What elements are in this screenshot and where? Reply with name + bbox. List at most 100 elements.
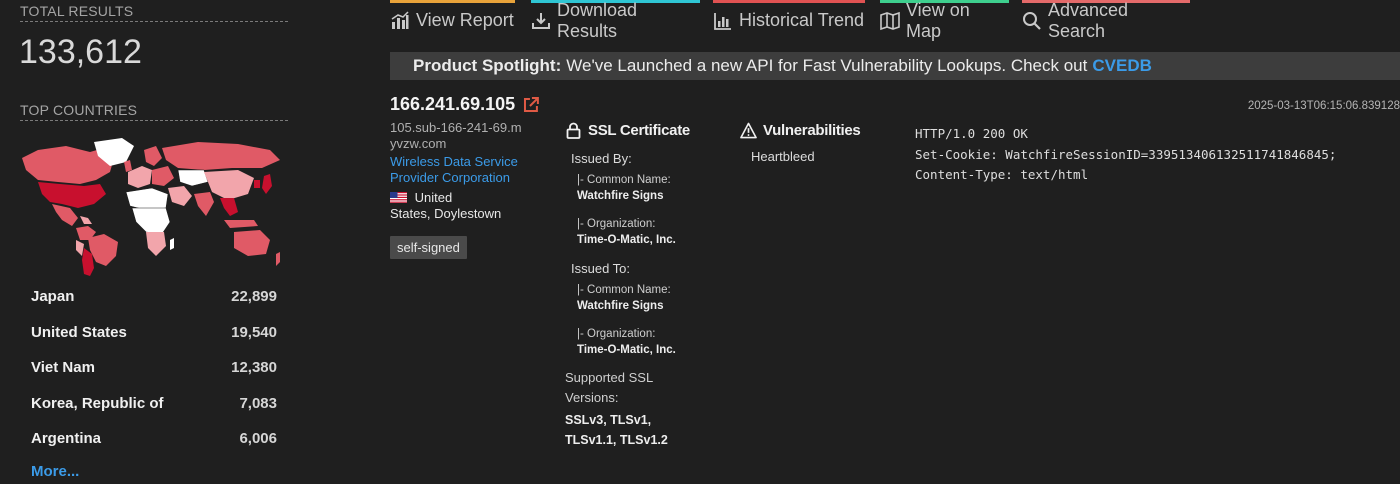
map-region-new-zealand	[276, 252, 280, 266]
issued-to-label: Issued To:	[571, 261, 631, 276]
issued-to-org-label: |- Organization:	[577, 328, 656, 340]
download-results-label: Download Results	[557, 0, 638, 41]
us-flag-icon	[390, 192, 407, 203]
map-region-uk	[124, 160, 132, 172]
map-region-indonesia	[224, 220, 258, 228]
lock-icon	[566, 122, 581, 139]
banner-line: Content-Type: text/html	[915, 167, 1089, 182]
ssl-certificate-heading: SSL Certificate	[565, 122, 725, 139]
warning-icon	[740, 122, 757, 139]
result-host: 166.241.69.105 105.sub-166-241-69.myvzw.…	[390, 94, 540, 259]
service-banner: HTTP/1.0 200 OK Set-Cookie: WatchfireSess…	[915, 124, 1336, 186]
more-countries-link[interactable]: More...	[31, 463, 79, 480]
historical-trend-label: Historical Trend	[739, 10, 865, 30]
hostname: 105.sub-166-241-69.myvzw.com	[390, 120, 522, 151]
banner-line: HTTP/1.0 200 OK	[915, 126, 1028, 141]
vulnerability-item[interactable]: Heartbleed	[751, 149, 900, 164]
external-link-icon[interactable]	[522, 96, 540, 114]
map-region-central-africa	[131, 207, 171, 235]
download-results-button[interactable]: Download Results	[531, 0, 700, 41]
cvedb-link[interactable]: CVEDB	[1092, 56, 1152, 76]
map-region-madagascar	[170, 238, 174, 250]
ip-address[interactable]: 166.241.69.105	[390, 94, 515, 115]
banner-prefix: Product Spotlight:	[413, 56, 562, 75]
historical-trend-button[interactable]: Historical Trend	[713, 0, 865, 38]
view-report-label: View Report	[416, 10, 514, 30]
ip-line: 166.241.69.105	[390, 94, 540, 115]
total-results-label: TOTAL RESULTS	[20, 3, 288, 22]
line-chart-icon	[714, 12, 731, 30]
map-region-caribbean	[80, 216, 92, 224]
country-row[interactable]: Argentina 6,006	[31, 421, 277, 457]
map-region-australia	[234, 230, 270, 256]
country-name: United States	[31, 323, 127, 341]
result-timestamp: 2025-03-13T06:15:06.839128	[1247, 100, 1400, 112]
ssl-certificate-section: SSL Certificate Issued By: |- Common Nam…	[565, 122, 725, 450]
country-name: Argentina	[31, 430, 102, 448]
ssl-certificate-title: SSL Certificate	[588, 122, 690, 139]
issued-by-org-value: Time-O-Matic, Inc.	[577, 234, 676, 246]
map-region-japan	[262, 174, 272, 194]
country-name: Korea, Republic of	[31, 394, 164, 412]
issued-to-cn-label: |- Common Name:	[577, 284, 671, 296]
download-icon	[532, 12, 550, 29]
supported-ssl-label: Supported SSL Versions:	[565, 370, 653, 405]
map-icon	[880, 11, 900, 30]
map-region-korea	[254, 180, 260, 188]
search-icon	[1023, 11, 1041, 30]
location: United States, Doylestown	[390, 190, 540, 222]
map-region-middle-east	[168, 186, 192, 206]
issued-to-org-value: Time-O-Matic, Inc.	[577, 344, 676, 356]
map-region-usa	[38, 182, 106, 208]
view-on-map-button[interactable]: View on Map	[880, 0, 1009, 41]
country-count: 19,540	[231, 323, 277, 341]
map-region-india	[194, 192, 214, 216]
world-map[interactable]	[18, 136, 288, 276]
advanced-search-button[interactable]: Advanced Search	[1022, 0, 1190, 41]
organization-link[interactable]: Wireless Data Service Provider Corporati…	[390, 154, 530, 186]
map-region-russia	[162, 142, 280, 170]
world-map-svg	[22, 138, 280, 276]
map-region-europe-east	[152, 166, 174, 186]
issued-by-org-label: |- Organization:	[577, 218, 656, 230]
country-count: 12,380	[231, 359, 277, 377]
banner-text: We've Launched a new API for Fast Vulner…	[566, 56, 1088, 75]
total-results-count: 133,612	[19, 33, 142, 71]
issued-by-label: Issued By:	[571, 151, 632, 166]
country-count: 7,083	[239, 394, 277, 412]
product-spotlight-banner: Product Spotlight: We've Launched a new …	[390, 52, 1400, 80]
issued-to-cn-value: Watchfire Signs	[577, 300, 664, 312]
country-name: Viet Nam	[31, 359, 95, 377]
vulnerabilities-section: Vulnerabilities Heartbleed	[740, 122, 900, 164]
map-region-peru	[76, 240, 84, 256]
map-region-mexico	[52, 204, 78, 226]
location-country: United	[414, 190, 453, 205]
country-count: 6,006	[239, 430, 277, 448]
top-countries-label: TOP COUNTRIES	[20, 102, 288, 121]
map-region-scandinavia	[144, 146, 162, 166]
location-rest: States, Doylestown	[390, 206, 502, 221]
country-name: Japan	[31, 288, 75, 306]
issued-by-cn-label: |- Common Name:	[577, 174, 671, 186]
country-row[interactable]: United States 19,540	[31, 315, 277, 351]
country-row[interactable]: Viet Nam 12,380	[31, 350, 277, 386]
map-region-south-africa	[146, 232, 166, 256]
country-list: Japan 22,899 United States 19,540 Viet N…	[31, 279, 277, 457]
vulnerabilities-heading: Vulnerabilities	[740, 122, 900, 139]
map-region-southeast-asia	[220, 198, 238, 216]
bar-chart-icon	[391, 10, 409, 29]
issued-by-cn-value: Watchfire Signs	[577, 190, 664, 202]
view-on-map-label: View on Map	[906, 0, 970, 41]
view-report-button[interactable]: View Report	[390, 0, 515, 38]
map-region-china	[204, 170, 254, 200]
banner-line: Set-Cookie: WatchfireSessionID=339513406…	[915, 146, 1337, 162]
advanced-search-label: Advanced Search	[1048, 0, 1129, 41]
self-signed-tag[interactable]: self-signed	[390, 236, 467, 259]
country-row[interactable]: Japan 22,899	[31, 279, 277, 315]
vulnerabilities-title: Vulnerabilities	[763, 122, 861, 139]
sidebar: TOTAL RESULTS 133,612 TOP COUNTRIES Japa…	[0, 0, 310, 484]
country-row[interactable]: Korea, Republic of 7,083	[31, 386, 277, 422]
country-count: 22,899	[231, 288, 277, 306]
map-region-north-africa	[125, 187, 169, 211]
map-region-central-asia	[177, 169, 209, 187]
